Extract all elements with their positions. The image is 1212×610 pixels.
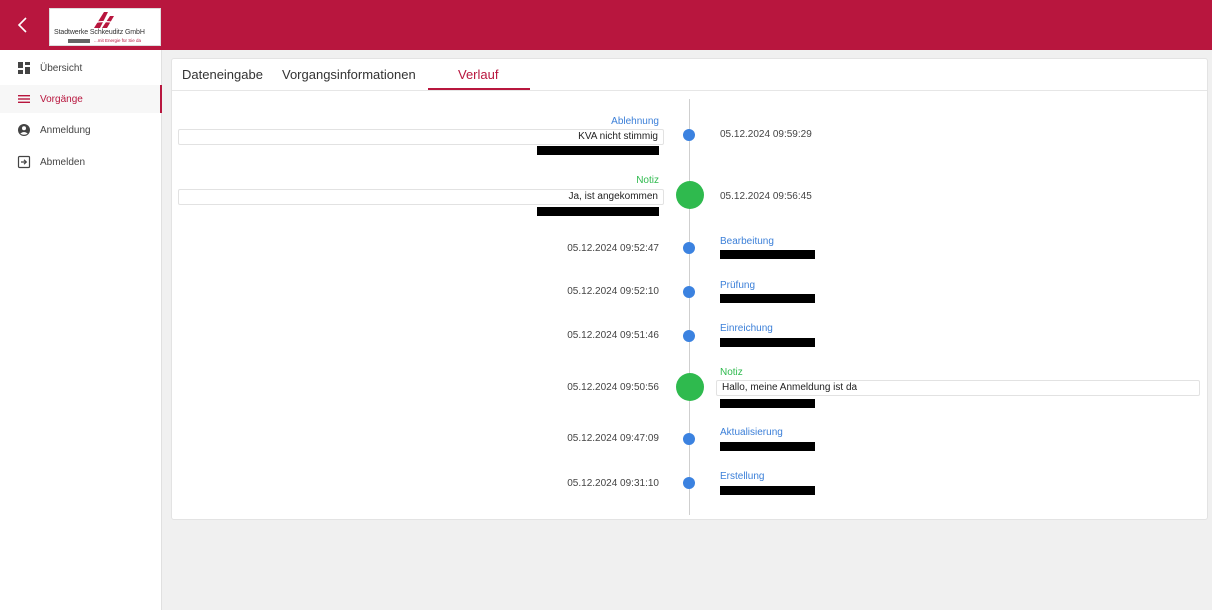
tab-verlauf[interactable]: Verlauf — [458, 67, 498, 82]
active-tab-indicator — [428, 88, 530, 90]
sidebar-item-anmeldung[interactable]: Anmeldung — [0, 116, 162, 144]
timeline-event-type: Einreichung — [720, 323, 773, 334]
timeline-event-type: Aktualisierung — [720, 427, 783, 438]
timeline-event-type: Ablehnung — [611, 116, 659, 127]
dashboard-icon — [17, 61, 31, 75]
tab-bar: Dateneingabe Vorgangsinformationen Verla… — [172, 59, 1207, 91]
chevron-left-icon — [17, 17, 27, 33]
tab-vorgangsinformationen[interactable]: Vorgangsinformationen — [282, 67, 416, 82]
timeline-dot — [676, 373, 704, 401]
menu-icon — [17, 92, 31, 106]
logout-icon — [17, 155, 31, 169]
redacted-user — [720, 486, 815, 495]
timeline-timestamp: 05.12.2024 09:52:10 — [567, 286, 659, 297]
redacted-user — [720, 250, 815, 259]
timeline-message: Hallo, meine Anmeldung ist da — [716, 380, 1200, 396]
sidebar-item-label: Übersicht — [40, 62, 83, 74]
sidebar-item-label: Anmeldung — [40, 124, 91, 136]
sidebar-item-label: Abmelden — [40, 156, 86, 168]
timeline-timestamp: 05.12.2024 09:59:29 — [720, 129, 812, 140]
timeline-event-type: Notiz — [636, 175, 659, 186]
timeline-dot — [683, 330, 695, 342]
sidebar: Übersicht Vorgänge Anmeldung Abmelden — [0, 50, 162, 610]
logo-name: Stadtwerke Schkeuditz GmbH — [54, 29, 145, 36]
timeline-timestamp: 05.12.2024 09:56:45 — [720, 191, 812, 202]
redacted-user — [720, 442, 815, 451]
timeline-timestamp: 05.12.2024 09:52:47 — [567, 243, 659, 254]
timeline-line — [689, 99, 690, 515]
timeline-timestamp: 05.12.2024 09:31:10 — [567, 478, 659, 489]
timeline-dot — [683, 477, 695, 489]
sidebar-item-vorgaenge[interactable]: Vorgänge — [0, 85, 162, 113]
timeline-dot — [676, 181, 704, 209]
redacted-user — [720, 399, 815, 408]
timeline-dot — [683, 286, 695, 298]
redacted-user — [537, 207, 659, 216]
sidebar-item-label: Vorgänge — [40, 93, 83, 105]
timeline-message: KVA nicht stimmig — [178, 129, 664, 145]
main-card: Dateneingabe Vorgangsinformationen Verla… — [171, 58, 1208, 520]
timeline-timestamp: 05.12.2024 09:50:56 — [567, 382, 659, 393]
timeline-dot — [683, 242, 695, 254]
logo-bar — [68, 39, 90, 43]
tab-dateneingabe[interactable]: Dateneingabe — [182, 67, 263, 82]
redacted-user — [720, 294, 815, 303]
sidebar-item-abmelden[interactable]: Abmelden — [0, 148, 162, 176]
redacted-user — [537, 146, 659, 155]
sidebar-item-uebersicht[interactable]: Übersicht — [0, 54, 162, 82]
back-button[interactable] — [12, 14, 34, 36]
timeline-dot — [683, 433, 695, 445]
timeline-timestamp: 05.12.2024 09:47:09 — [567, 433, 659, 444]
timeline-event-type: Prüfung — [720, 280, 756, 291]
timeline-event-type: Bearbeitung — [720, 236, 774, 247]
redacted-user — [720, 338, 815, 347]
timeline-event-type: Notiz — [720, 367, 743, 378]
logo-mark-icon — [92, 12, 116, 28]
timeline-event-type: Erstellung — [720, 471, 765, 482]
logo-tagline: ...mit Energie für Sie da — [94, 38, 142, 43]
timeline-dot — [683, 129, 695, 141]
timeline-timestamp: 05.12.2024 09:51:46 — [567, 330, 659, 341]
top-bar: Stadtwerke Schkeuditz GmbH ...mit Energi… — [0, 0, 1212, 50]
timeline-message: Ja, ist angekommen — [178, 189, 664, 205]
account-circle-icon — [17, 123, 31, 137]
company-logo[interactable]: Stadtwerke Schkeuditz GmbH ...mit Energi… — [49, 8, 161, 46]
